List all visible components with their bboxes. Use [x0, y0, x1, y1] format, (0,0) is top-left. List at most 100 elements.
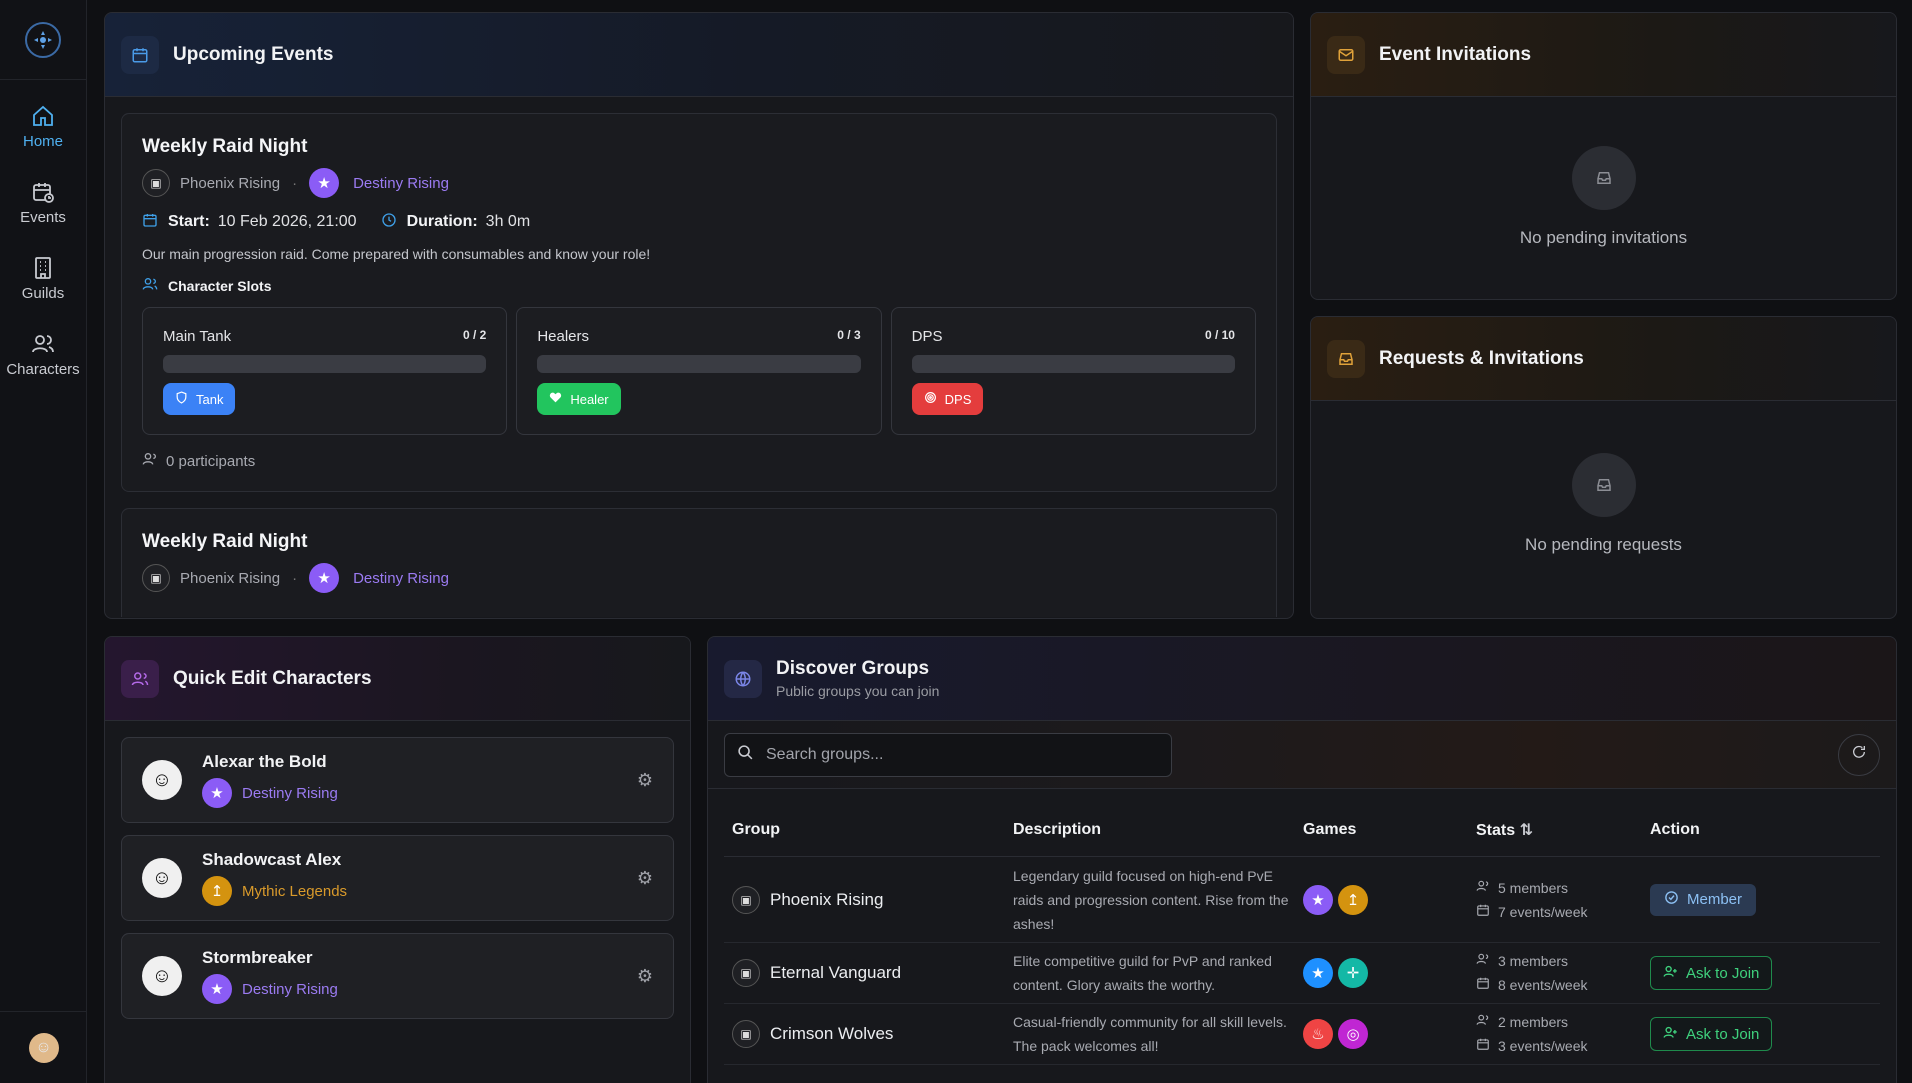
panel-title: Requests & Invitations — [1379, 347, 1584, 369]
column-header-group: Group — [732, 820, 780, 838]
character-row[interactable]: ☺ Stormbreaker ★ Destiny Rising ⚙ — [121, 933, 674, 1019]
role-badge-dps[interactable]: DPS — [911, 383, 984, 415]
role-label: DPS — [944, 391, 972, 407]
users-icon — [1476, 1010, 1490, 1034]
refresh-button[interactable] — [1838, 733, 1880, 776]
group-games: ♨ ◎ — [1303, 1019, 1476, 1049]
upcoming-events-panel: Upcoming Events Weekly Raid Night ▣ Phoe… — [104, 12, 1294, 619]
group-name[interactable]: Crimson Wolves — [770, 1024, 893, 1044]
role-label: Healer — [570, 391, 609, 407]
guild-icon: ▣ — [732, 959, 760, 987]
heart-icon — [549, 391, 562, 407]
app-logo-icon[interactable] — [25, 21, 61, 58]
slots-title: Character Slots — [142, 276, 1256, 295]
events-per-week: 3 events/week — [1498, 1038, 1588, 1054]
empty-text: No pending requests — [1525, 534, 1682, 554]
character-info: Alexar the Bold ★ Destiny Rising — [202, 752, 637, 808]
slot-card[interactable]: DPS 0 / 10 DPS — [890, 307, 1256, 435]
role-badge-healer[interactable]: Healer — [537, 383, 621, 415]
panel-header: Quick Edit Characters — [105, 637, 690, 721]
inbox-icon — [1571, 452, 1636, 517]
column-header-stats[interactable]: Stats ⇅ — [1476, 820, 1650, 840]
character-game-name: Mythic Legends — [242, 882, 348, 900]
table-row[interactable]: ▣ Eternal Vanguard Elite competitive guil… — [724, 943, 1880, 1004]
slot-count: 0 / 2 — [462, 328, 487, 342]
ask-to-join-button[interactable]: Ask to Join — [1650, 1017, 1773, 1051]
user-plus-icon — [1663, 1025, 1678, 1044]
member-button[interactable]: Member — [1650, 883, 1757, 916]
column-header-games: Games — [1303, 820, 1357, 838]
empty-state: No pending invitations — [1311, 97, 1896, 297]
event-game[interactable]: Destiny Rising — [353, 570, 449, 587]
star-icon: ★ — [202, 974, 232, 1004]
role-badge-tank[interactable]: Tank — [163, 383, 236, 415]
star-icon: ★ — [202, 778, 232, 808]
character-row[interactable]: ☺ Shadowcast Alex ↥ Mythic Legends ⚙ — [121, 835, 674, 921]
discover-groups-panel: Discover Groups Public groups you can jo… — [707, 636, 1897, 1083]
shield-icon — [175, 391, 188, 407]
inbox-icon — [1327, 339, 1365, 378]
sort-icon[interactable]: ⇅ — [1520, 822, 1533, 839]
separator: · — [292, 569, 298, 587]
table-row[interactable]: ▣ Crimson Wolves Casual-friendly communit… — [724, 1004, 1880, 1065]
events-per-week: 8 events/week — [1498, 977, 1588, 993]
panel-title: Discover Groups — [776, 658, 930, 679]
events-per-week: 7 events/week — [1498, 903, 1588, 920]
group-name[interactable]: Eternal Vanguard — [770, 963, 901, 983]
duration-label: Duration: — [406, 213, 478, 230]
character-name: Shadowcast Alex — [202, 850, 342, 869]
globe-icon — [724, 659, 762, 698]
slot-card[interactable]: Healers 0 / 3 Healer — [516, 307, 882, 435]
panel-title: Event Invitations — [1379, 43, 1532, 65]
star-icon: ★ — [1303, 958, 1333, 988]
event-card[interactable]: Weekly Raid Night ▣ Phoenix Rising · ★ D… — [121, 113, 1277, 492]
table-row[interactable]: ▣ Phoenix Rising Legendary guild focused … — [724, 857, 1880, 943]
group-games: ★ ↥ — [1303, 884, 1476, 915]
sword-icon: ↥ — [202, 876, 232, 906]
nav-label: Home — [22, 132, 63, 150]
column-header-action: Action — [1650, 820, 1700, 838]
event-card[interactable]: Weekly Raid Night ▣ Phoenix Rising · ★ D… — [121, 508, 1277, 617]
search-input[interactable] — [766, 745, 1159, 764]
nav-item-characters[interactable]: Characters — [0, 316, 86, 392]
event-guild[interactable]: Phoenix Rising — [180, 570, 280, 587]
nav-item-guilds[interactable]: Guilds — [0, 240, 86, 316]
separator: · — [292, 174, 298, 192]
character-game-name: Destiny Rising — [242, 784, 338, 802]
slot-name: Main Tank — [163, 328, 232, 345]
search-icon — [737, 744, 754, 766]
group-name[interactable]: Phoenix Rising — [770, 890, 883, 910]
user-avatar[interactable]: ☺ — [28, 1032, 59, 1063]
logo-area — [0, 0, 86, 80]
nav-label: Events — [20, 208, 66, 226]
users-icon — [142, 276, 158, 295]
nav-item-events[interactable]: Events — [0, 164, 86, 240]
slot-progress-bar — [163, 355, 487, 373]
events-list: Weekly Raid Night ▣ Phoenix Rising · ★ D… — [105, 97, 1293, 617]
gear-icon[interactable]: ⚙ — [637, 868, 653, 889]
nav-label: Characters — [6, 360, 80, 378]
slot-card[interactable]: Main Tank 0 / 2 Tank — [142, 307, 508, 435]
quick-edit-characters-panel: Quick Edit Characters ☺ Alexar the Bold … — [104, 636, 691, 1083]
home-icon — [30, 103, 56, 129]
gear-icon[interactable]: ⚙ — [637, 966, 653, 987]
inbox-icon — [1571, 146, 1636, 210]
nav-list: Home Events Guilds Characters — [0, 80, 86, 392]
character-avatar: ☺ — [142, 858, 182, 898]
ask-to-join-button[interactable]: Ask to Join — [1650, 956, 1773, 990]
user-plus-icon — [1663, 964, 1678, 983]
ask-to-join-label: Ask to Join — [1686, 1025, 1760, 1043]
calendar-icon — [142, 212, 158, 232]
character-row[interactable]: ☺ Alexar the Bold ★ Destiny Rising ⚙ — [121, 737, 674, 823]
gear-icon[interactable]: ⚙ — [637, 770, 653, 791]
sword-icon: ↥ — [1338, 884, 1368, 915]
event-game[interactable]: Destiny Rising — [353, 175, 449, 192]
panel-title: Quick Edit Characters — [173, 667, 372, 689]
event-guild[interactable]: Phoenix Rising — [180, 175, 280, 192]
group-description: Elite competitive guild for PvP and rank… — [1013, 953, 1272, 993]
panel-header: Requests & Invitations — [1311, 317, 1896, 401]
empty-text: No pending invitations — [1519, 228, 1688, 247]
panel-header: Event Invitations — [1311, 13, 1896, 97]
nav-item-home[interactable]: Home — [0, 88, 86, 164]
slots-row: Main Tank 0 / 2 Tank Healers 0 / 3 Healer — [142, 307, 1256, 435]
